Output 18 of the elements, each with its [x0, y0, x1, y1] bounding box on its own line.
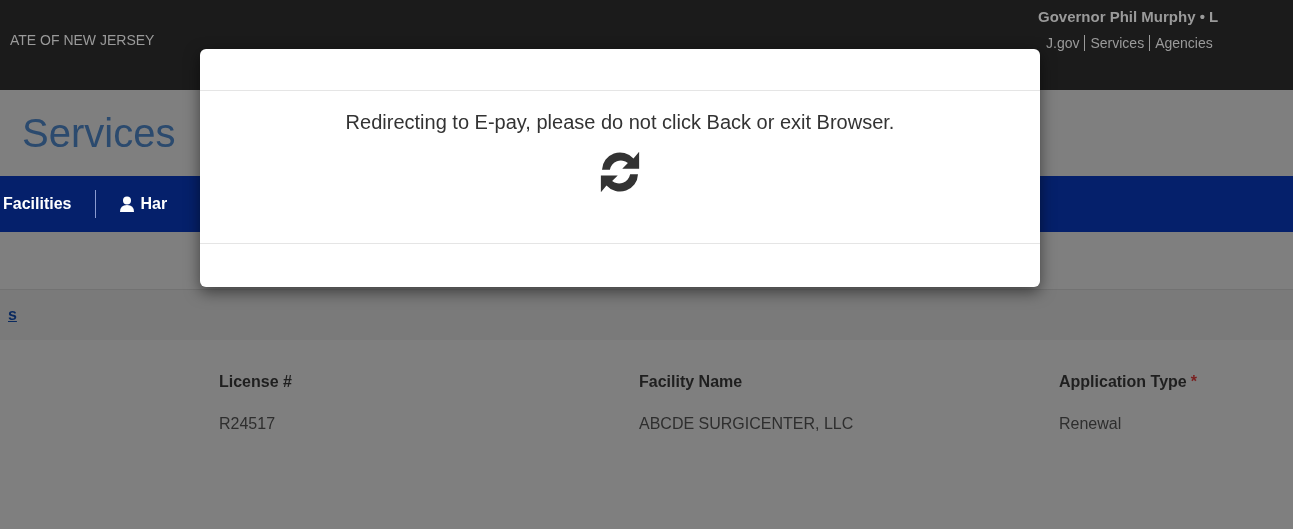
- modal-message: Redirecting to E-pay, please do not click Back or exit Browser.: [345, 110, 895, 135]
- table-cell-text: ABCDE SURGICENTER, LLC: [639, 414, 855, 434]
- table-cell-text: Renewal: [1059, 414, 1123, 434]
- header-link[interactable]: J.gov: [1046, 32, 1080, 54]
- state-name: ATE OF NEW JERSEY: [10, 31, 155, 50]
- header-link[interactable]: Agencies: [1155, 32, 1213, 54]
- column-header: Application Type: [1059, 372, 1187, 392]
- governor-name: Governor Phil Murphy • L: [1038, 7, 1220, 27]
- user-icon: [120, 196, 135, 212]
- header-link[interactable]: Services: [1090, 32, 1145, 54]
- column-header: Facility Name: [639, 372, 743, 392]
- site-title: Services: [22, 110, 176, 157]
- breadcrumb-link[interactable]: s: [8, 303, 17, 327]
- nav-link[interactable]: Facilities: [3, 192, 72, 216]
- column-header: License #: [219, 372, 292, 392]
- required-mark: *: [1190, 372, 1197, 392]
- table-cell-text: R24517: [219, 414, 277, 434]
- nav-link[interactable]: Har: [120, 192, 168, 216]
